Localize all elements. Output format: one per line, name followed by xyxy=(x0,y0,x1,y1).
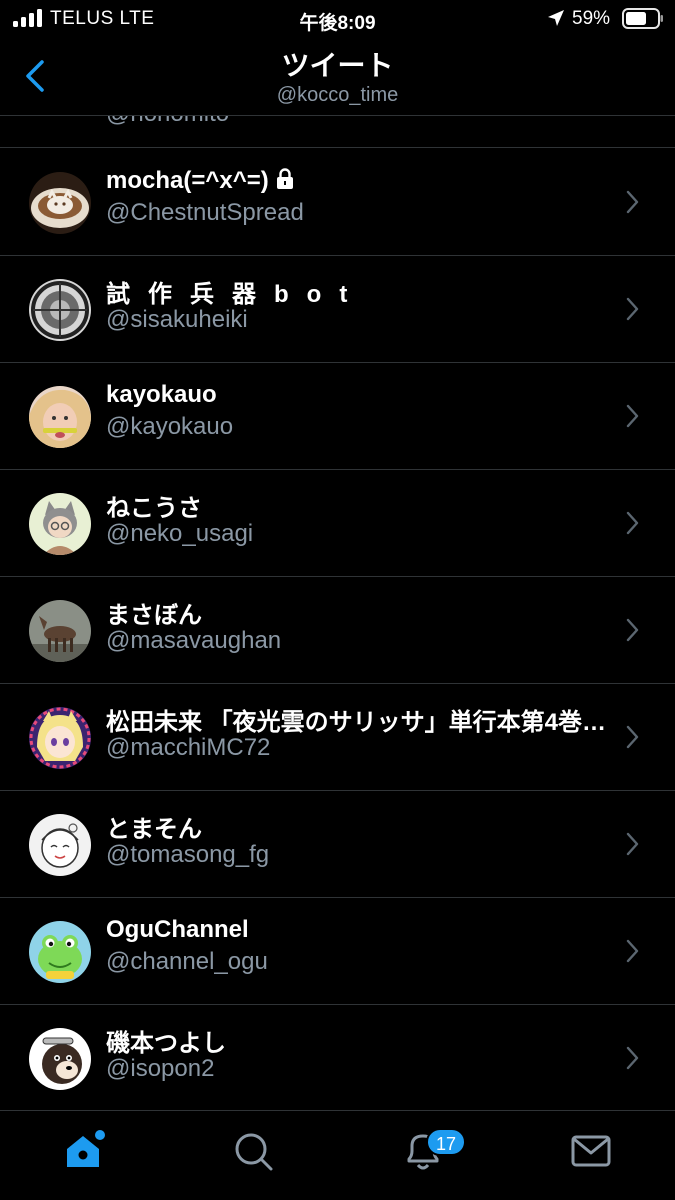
avatar xyxy=(29,493,91,555)
status-bar: TELUS LTE 午後8:09 59% xyxy=(0,0,675,40)
user-display-name: 松田未来 「夜光雲のサリッサ」単行本第4巻… xyxy=(106,709,607,736)
chevron-right-icon xyxy=(626,297,639,321)
list-item[interactable]: 磯本つよし @isopon2 xyxy=(0,1005,675,1110)
home-icon[interactable] xyxy=(63,1129,107,1173)
user-handle: @macchiMC72 xyxy=(106,734,271,761)
list-item[interactable]: まさぼん @masavaughan xyxy=(0,577,675,684)
user-display-name: とまそん xyxy=(106,816,202,843)
avatar xyxy=(29,814,91,876)
list-item[interactable]: kayokauo @kayokauo xyxy=(0,363,675,470)
battery-icon xyxy=(622,8,663,29)
mail-icon[interactable] xyxy=(569,1129,613,1173)
user-display-name: まさぼん xyxy=(106,602,202,629)
list-item[interactable]: ねこうさ @neko_usagi xyxy=(0,470,675,577)
chevron-right-icon xyxy=(626,725,639,749)
chevron-right-icon xyxy=(626,832,639,856)
user-handle: @nonomito xyxy=(106,116,229,128)
list-item[interactable]: @nonomito xyxy=(0,116,675,148)
chevron-right-icon xyxy=(626,404,639,428)
user-display-name: ねこうさ xyxy=(106,495,202,522)
user-handle: @neko_usagi xyxy=(106,520,254,547)
user-display-name: 試作兵器bot xyxy=(106,281,366,308)
user-handle: @tomasong_fg xyxy=(106,841,270,868)
avatar xyxy=(29,600,91,662)
avatar xyxy=(29,921,91,983)
nav-header: ツイート @kocco_time xyxy=(0,40,675,116)
list-item[interactable]: 試作兵器bot @sisakuheiki xyxy=(0,256,675,363)
list-item[interactable]: OguChannel @channel_ogu xyxy=(0,898,675,1005)
location-arrow-icon xyxy=(548,10,564,26)
user-display-name: mocha(=^x^=) xyxy=(106,167,295,195)
list-item[interactable]: 松田未来 「夜光雲のサリッサ」単行本第4巻… @macchiMC72 xyxy=(0,684,675,791)
user-display-name: kayokauo xyxy=(106,381,217,408)
chevron-right-icon xyxy=(626,190,639,214)
user-display-name: 磯本つよし xyxy=(106,1030,226,1057)
user-handle: @sisakuheiki xyxy=(106,306,248,333)
page-title: ツイート xyxy=(281,50,394,81)
notification-badge: 17 xyxy=(426,1128,467,1156)
search-icon[interactable] xyxy=(231,1129,275,1173)
chevron-right-icon xyxy=(626,1046,639,1070)
chevron-right-icon xyxy=(626,939,639,963)
list-item[interactable]: mocha(=^x^=) @ChestnutSpread xyxy=(0,149,675,256)
page-subtitle: @kocco_time xyxy=(276,84,399,106)
user-handle: @ChestnutSpread xyxy=(106,199,304,226)
avatar xyxy=(29,172,91,234)
user-handle: @kayokauo xyxy=(106,413,234,440)
avatar xyxy=(29,707,91,769)
lock-icon xyxy=(276,168,293,189)
avatar xyxy=(38,116,82,118)
avatar xyxy=(29,1028,91,1090)
chevron-right-icon xyxy=(626,618,639,642)
user-list: @nonomito mocha(=^x^=) @ChestnutSpread 試… xyxy=(0,116,675,1110)
chevron-right-icon xyxy=(626,511,639,535)
user-handle: @masavaughan xyxy=(106,627,282,654)
battery-percentage: 59% xyxy=(572,8,611,29)
list-item[interactable]: とまそん @tomasong_fg xyxy=(0,791,675,898)
avatar xyxy=(29,386,91,448)
user-handle: @channel_ogu xyxy=(106,948,268,975)
tab-bar: 17 xyxy=(0,1110,675,1200)
user-handle: @isopon2 xyxy=(106,1055,215,1082)
avatar xyxy=(29,279,91,341)
user-display-name: OguChannel xyxy=(106,916,249,943)
